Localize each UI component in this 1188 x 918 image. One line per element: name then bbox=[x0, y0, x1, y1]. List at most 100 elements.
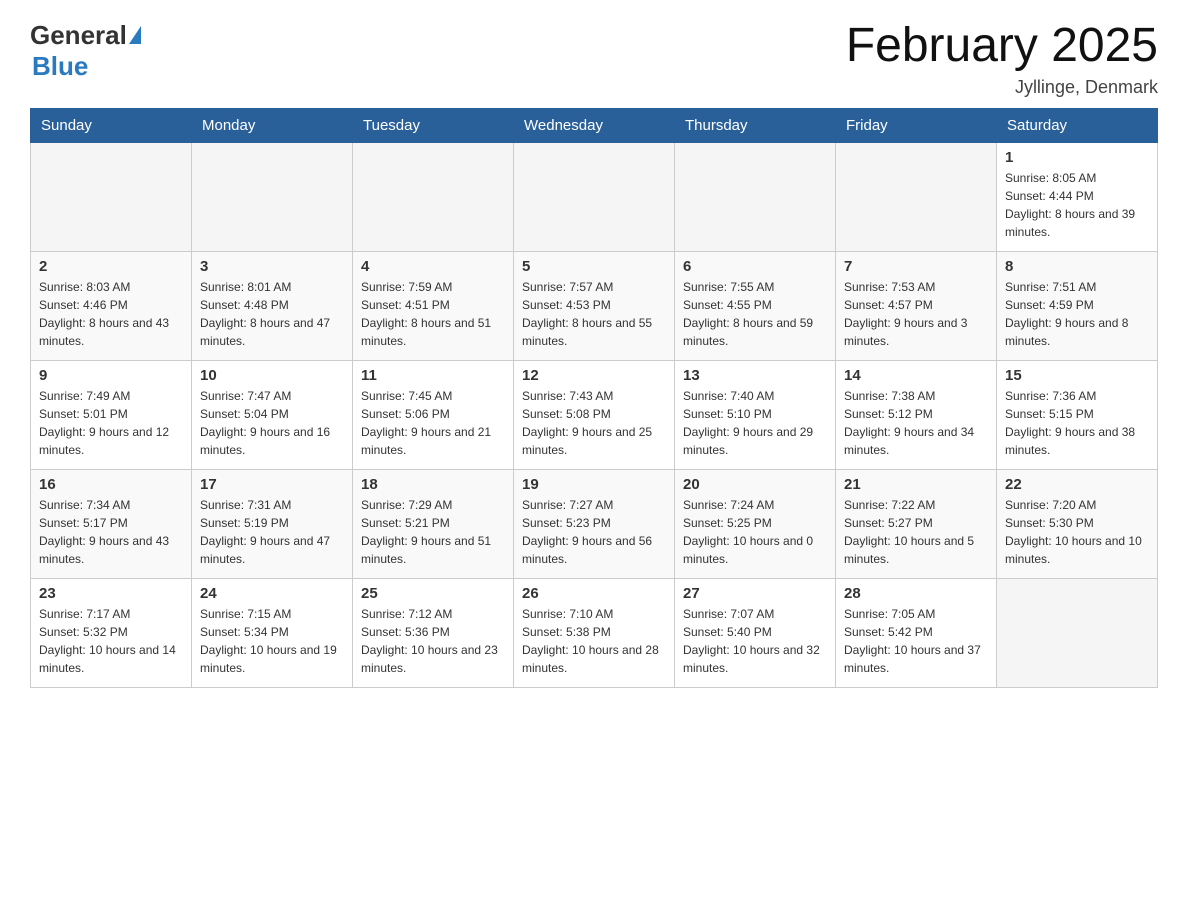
sun-info: Sunrise: 7:59 AMSunset: 4:51 PMDaylight:… bbox=[361, 278, 505, 350]
logo: General Blue bbox=[30, 20, 141, 82]
sun-info: Sunrise: 7:47 AMSunset: 5:04 PMDaylight:… bbox=[200, 387, 344, 459]
day-number: 23 bbox=[39, 585, 183, 602]
sun-info: Sunrise: 8:03 AMSunset: 4:46 PMDaylight:… bbox=[39, 278, 183, 350]
sun-info: Sunrise: 7:49 AMSunset: 5:01 PMDaylight:… bbox=[39, 387, 183, 459]
calendar-cell bbox=[353, 142, 514, 251]
calendar-table: SundayMondayTuesdayWednesdayThursdayFrid… bbox=[30, 108, 1158, 688]
logo-general-text: General bbox=[30, 20, 127, 51]
weekday-header-wednesday: Wednesday bbox=[514, 108, 675, 142]
day-number: 26 bbox=[522, 585, 666, 602]
sun-info: Sunrise: 7:20 AMSunset: 5:30 PMDaylight:… bbox=[1005, 496, 1149, 568]
calendar-cell bbox=[31, 142, 192, 251]
calendar-cell: 4 Sunrise: 7:59 AMSunset: 4:51 PMDaylight… bbox=[353, 251, 514, 360]
calendar-cell: 11 Sunrise: 7:45 AMSunset: 5:06 PMDayligh… bbox=[353, 360, 514, 469]
calendar-cell: 6Sunrise: 7:55 AMSunset: 4:55 PMDaylight… bbox=[675, 251, 836, 360]
calendar-cell: 21 Sunrise: 7:22 AMSunset: 5:27 PMDayligh… bbox=[836, 469, 997, 578]
day-number: 21 bbox=[844, 476, 988, 493]
calendar-cell: 2 Sunrise: 8:03 AMSunset: 4:46 PMDaylight… bbox=[31, 251, 192, 360]
sun-info: Sunrise: 7:40 AMSunset: 5:10 PMDaylight:… bbox=[683, 387, 827, 459]
calendar-cell: 25 Sunrise: 7:12 AMSunset: 5:36 PMDayligh… bbox=[353, 578, 514, 687]
calendar-cell: 26 Sunrise: 7:10 AMSunset: 5:38 PMDayligh… bbox=[514, 578, 675, 687]
day-number: 14 bbox=[844, 367, 988, 384]
day-number: 25 bbox=[361, 585, 505, 602]
weekday-header-monday: Monday bbox=[192, 108, 353, 142]
day-number: 6 bbox=[683, 258, 827, 275]
calendar-week-row: 1Sunrise: 8:05 AMSunset: 4:44 PMDaylight… bbox=[31, 142, 1158, 251]
calendar-cell bbox=[675, 142, 836, 251]
sun-info: Sunrise: 7:05 AMSunset: 5:42 PMDaylight:… bbox=[844, 605, 988, 677]
calendar-cell: 14 Sunrise: 7:38 AMSunset: 5:12 PMDayligh… bbox=[836, 360, 997, 469]
day-number: 11 bbox=[361, 367, 505, 384]
calendar-cell: 27Sunrise: 7:07 AMSunset: 5:40 PMDayligh… bbox=[675, 578, 836, 687]
sun-info: Sunrise: 7:43 AMSunset: 5:08 PMDaylight:… bbox=[522, 387, 666, 459]
calendar-cell: 22Sunrise: 7:20 AMSunset: 5:30 PMDayligh… bbox=[997, 469, 1158, 578]
sun-info: Sunrise: 7:29 AMSunset: 5:21 PMDaylight:… bbox=[361, 496, 505, 568]
calendar-week-row: 16 Sunrise: 7:34 AMSunset: 5:17 PMDayligh… bbox=[31, 469, 1158, 578]
weekday-header-sunday: Sunday bbox=[31, 108, 192, 142]
sun-info: Sunrise: 7:57 AMSunset: 4:53 PMDaylight:… bbox=[522, 278, 666, 350]
calendar-cell: 10 Sunrise: 7:47 AMSunset: 5:04 PMDayligh… bbox=[192, 360, 353, 469]
sun-info: Sunrise: 7:31 AMSunset: 5:19 PMDaylight:… bbox=[200, 496, 344, 568]
weekday-header-row: SundayMondayTuesdayWednesdayThursdayFrid… bbox=[31, 108, 1158, 142]
day-number: 3 bbox=[200, 258, 344, 275]
calendar-cell: 19 Sunrise: 7:27 AMSunset: 5:23 PMDayligh… bbox=[514, 469, 675, 578]
sun-info: Sunrise: 7:12 AMSunset: 5:36 PMDaylight:… bbox=[361, 605, 505, 677]
sun-info: Sunrise: 7:51 AMSunset: 4:59 PMDaylight:… bbox=[1005, 278, 1149, 350]
day-number: 27 bbox=[683, 585, 827, 602]
logo-triangle-icon bbox=[129, 26, 141, 44]
sun-info: Sunrise: 7:15 AMSunset: 5:34 PMDaylight:… bbox=[200, 605, 344, 677]
sun-info: Sunrise: 7:17 AMSunset: 5:32 PMDaylight:… bbox=[39, 605, 183, 677]
sun-info: Sunrise: 8:05 AMSunset: 4:44 PMDaylight:… bbox=[1005, 169, 1149, 241]
title-block: February 2025 Jyllinge, Denmark bbox=[846, 20, 1158, 98]
calendar-cell bbox=[836, 142, 997, 251]
calendar-cell bbox=[514, 142, 675, 251]
day-number: 19 bbox=[522, 476, 666, 493]
calendar-cell: 12 Sunrise: 7:43 AMSunset: 5:08 PMDayligh… bbox=[514, 360, 675, 469]
sun-info: Sunrise: 7:36 AMSunset: 5:15 PMDaylight:… bbox=[1005, 387, 1149, 459]
day-number: 17 bbox=[200, 476, 344, 493]
calendar-cell: 15 Sunrise: 7:36 AMSunset: 5:15 PMDayligh… bbox=[997, 360, 1158, 469]
calendar-cell: 9 Sunrise: 7:49 AMSunset: 5:01 PMDaylight… bbox=[31, 360, 192, 469]
calendar-cell: 1Sunrise: 8:05 AMSunset: 4:44 PMDaylight… bbox=[997, 142, 1158, 251]
month-title: February 2025 bbox=[846, 20, 1158, 73]
day-number: 4 bbox=[361, 258, 505, 275]
sun-info: Sunrise: 7:34 AMSunset: 5:17 PMDaylight:… bbox=[39, 496, 183, 568]
location-subtitle: Jyllinge, Denmark bbox=[846, 77, 1158, 98]
sun-info: Sunrise: 7:38 AMSunset: 5:12 PMDaylight:… bbox=[844, 387, 988, 459]
logo-blue-text: Blue bbox=[32, 51, 88, 82]
calendar-cell: 23 Sunrise: 7:17 AMSunset: 5:32 PMDayligh… bbox=[31, 578, 192, 687]
day-number: 8 bbox=[1005, 258, 1149, 275]
sun-info: Sunrise: 7:24 AMSunset: 5:25 PMDaylight:… bbox=[683, 496, 827, 568]
day-number: 15 bbox=[1005, 367, 1149, 384]
calendar-cell: 17 Sunrise: 7:31 AMSunset: 5:19 PMDayligh… bbox=[192, 469, 353, 578]
sun-info: Sunrise: 7:45 AMSunset: 5:06 PMDaylight:… bbox=[361, 387, 505, 459]
day-number: 18 bbox=[361, 476, 505, 493]
calendar-week-row: 9 Sunrise: 7:49 AMSunset: 5:01 PMDaylight… bbox=[31, 360, 1158, 469]
calendar-cell: 7Sunrise: 7:53 AMSunset: 4:57 PMDaylight… bbox=[836, 251, 997, 360]
sun-info: Sunrise: 7:27 AMSunset: 5:23 PMDaylight:… bbox=[522, 496, 666, 568]
day-number: 16 bbox=[39, 476, 183, 493]
sun-info: Sunrise: 7:53 AMSunset: 4:57 PMDaylight:… bbox=[844, 278, 988, 350]
calendar-cell: 13Sunrise: 7:40 AMSunset: 5:10 PMDayligh… bbox=[675, 360, 836, 469]
day-number: 20 bbox=[683, 476, 827, 493]
day-number: 28 bbox=[844, 585, 988, 602]
day-number: 24 bbox=[200, 585, 344, 602]
calendar-cell: 18 Sunrise: 7:29 AMSunset: 5:21 PMDayligh… bbox=[353, 469, 514, 578]
calendar-cell: 8 Sunrise: 7:51 AMSunset: 4:59 PMDaylight… bbox=[997, 251, 1158, 360]
weekday-header-saturday: Saturday bbox=[997, 108, 1158, 142]
day-number: 9 bbox=[39, 367, 183, 384]
calendar-cell: 16 Sunrise: 7:34 AMSunset: 5:17 PMDayligh… bbox=[31, 469, 192, 578]
day-number: 2 bbox=[39, 258, 183, 275]
calendar-cell: 24 Sunrise: 7:15 AMSunset: 5:34 PMDayligh… bbox=[192, 578, 353, 687]
day-number: 10 bbox=[200, 367, 344, 384]
day-number: 12 bbox=[522, 367, 666, 384]
calendar-cell: 20 Sunrise: 7:24 AMSunset: 5:25 PMDayligh… bbox=[675, 469, 836, 578]
calendar-week-row: 2 Sunrise: 8:03 AMSunset: 4:46 PMDaylight… bbox=[31, 251, 1158, 360]
calendar-week-row: 23 Sunrise: 7:17 AMSunset: 5:32 PMDayligh… bbox=[31, 578, 1158, 687]
sun-info: Sunrise: 7:10 AMSunset: 5:38 PMDaylight:… bbox=[522, 605, 666, 677]
sun-info: Sunrise: 7:22 AMSunset: 5:27 PMDaylight:… bbox=[844, 496, 988, 568]
calendar-cell: 3Sunrise: 8:01 AMSunset: 4:48 PMDaylight… bbox=[192, 251, 353, 360]
calendar-cell bbox=[997, 578, 1158, 687]
calendar-cell: 28 Sunrise: 7:05 AMSunset: 5:42 PMDayligh… bbox=[836, 578, 997, 687]
weekday-header-thursday: Thursday bbox=[675, 108, 836, 142]
